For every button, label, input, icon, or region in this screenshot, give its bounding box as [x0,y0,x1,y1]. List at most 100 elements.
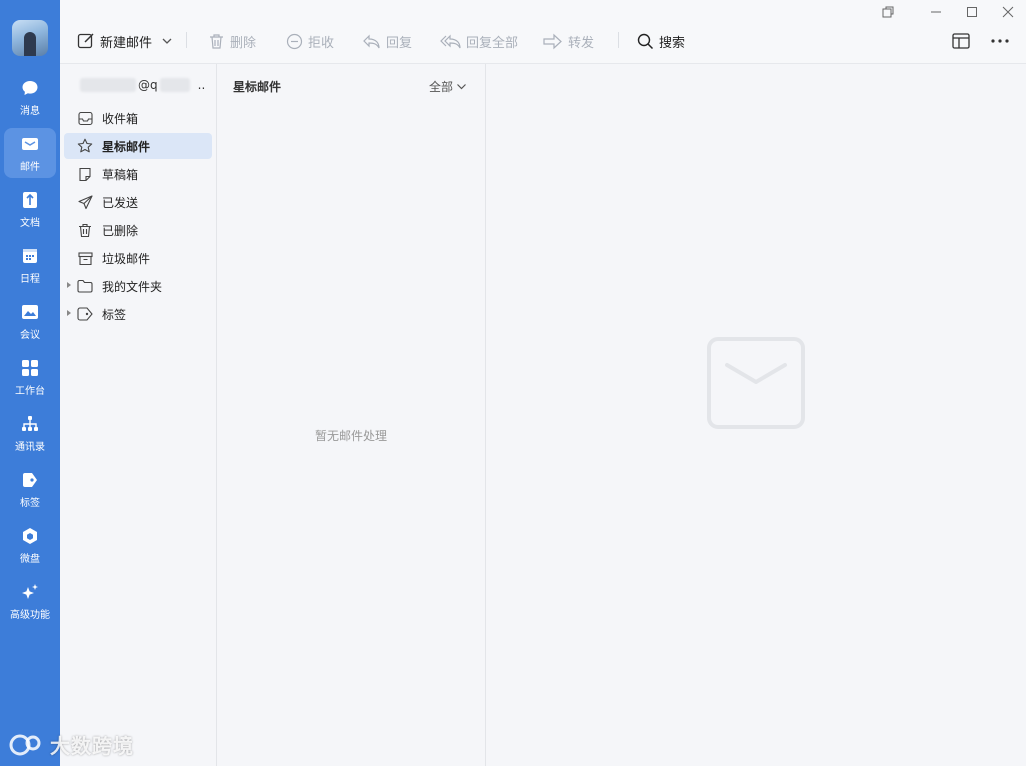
delete-button[interactable]: 删除 [208,30,256,52]
delete-label: 删除 [230,35,257,51]
nav-label: 通讯录 [15,442,45,453]
search-button[interactable]: 搜索 [637,30,685,52]
reply-button[interactable]: 回复 [362,30,412,52]
redacted-text [159,78,190,92]
block-icon [286,33,303,49]
folder-pane: @q .. 收件箱 星标邮件 草稿箱 已发送 已删除 垃圾邮件 我的文件夹 标签 [60,64,217,766]
toolbar: 新建邮件 删除 拒收 回复 回复全部 转发 搜索 [60,0,1026,64]
label-icon [77,306,93,322]
nav-item-drive[interactable]: 微盘 [4,520,56,570]
watermark: 大数跨境 [8,730,134,759]
forward-icon [543,33,562,49]
nav-label: 微盘 [20,554,40,565]
account-ellipsis: .. [197,78,206,92]
forward-button[interactable]: 转发 [543,30,594,52]
chevron-down-icon[interactable] [161,35,173,47]
pin-icon[interactable] [880,4,896,20]
chevron-down-icon [457,84,466,90]
minimize-icon[interactable] [928,4,944,20]
compose-button[interactable]: 新建邮件 [77,30,178,52]
toolbar-divider [618,32,619,48]
nav-item-meeting[interactable]: 会议 [4,296,56,346]
folder-label: 收件箱 [102,111,139,126]
folder-label: 已删除 [102,223,139,238]
empty-mail-icon [707,337,805,429]
document-icon [23,192,37,208]
inbox-icon [77,110,93,126]
search-icon [637,33,654,49]
avatar[interactable] [12,20,48,56]
compose-label: 新建邮件 [100,35,153,51]
nav-label: 会议 [20,330,40,341]
list-title: 星标邮件 [233,80,282,94]
workbench-icon [22,360,38,376]
nav-item-mail[interactable]: 邮件 [4,128,56,178]
nav-item-docs[interactable]: 文档 [4,184,56,234]
filter-label: 全部 [428,80,453,94]
trash-icon [77,222,93,238]
reply-all-icon [440,34,461,48]
watermark-logo-icon [9,734,41,755]
compose-icon [77,33,94,49]
maximize-icon[interactable] [964,4,980,20]
folder-label: 垃圾邮件 [102,251,151,266]
nav-label: 工作台 [15,386,45,397]
layout-icon[interactable] [952,32,970,50]
nav-label: 邮件 [20,162,40,173]
nav-item-calendar[interactable]: 日程 [4,240,56,290]
folder-label: 草稿箱 [102,167,139,182]
star-icon [77,138,93,154]
expand-caret-icon[interactable] [67,282,71,288]
folder-label: 星标邮件 [102,139,151,154]
reply-all-button[interactable]: 回复全部 [440,30,518,52]
reply-all-label: 回复全部 [466,35,519,51]
folder-sent[interactable]: 已发送 [64,189,212,215]
mail-icon [22,138,38,150]
mail-list-pane: 星标邮件 全部 暂无邮件处理 [217,64,486,766]
message-icon [22,81,38,95]
calendar-icon [23,249,37,263]
folder-spam[interactable]: 垃圾邮件 [64,245,212,271]
watermark-text: 大数跨境 [50,734,134,758]
folder-inbox[interactable]: 收件箱 [64,105,212,131]
nav-label: 高级功能 [10,610,50,621]
nav-item-contacts[interactable]: 通讯录 [4,408,56,458]
filter-dropdown[interactable]: 全部 [429,78,467,95]
contacts-icon [22,416,38,431]
draft-icon [77,166,93,182]
folder-my-folders[interactable]: 我的文件夹 [64,273,212,299]
account-selector[interactable]: @q .. [80,74,210,96]
toolbar-divider [186,32,187,48]
close-icon[interactable] [1000,4,1016,20]
empty-state-text: 暂无邮件处理 [314,429,387,443]
nav-item-workbench[interactable]: 工作台 [4,352,56,402]
nav-item-messages[interactable]: 消息 [4,72,56,122]
folder-deleted[interactable]: 已删除 [64,217,212,243]
folder-label: 已发送 [102,195,139,210]
drive-icon [23,528,37,544]
nav-rail: 消息 邮件 文档 日程 会议 工作台 通讯录 标签 微盘 高级功能 [0,0,60,766]
reading-pane [486,64,1026,766]
trash-icon [210,33,223,49]
folder-labels[interactable]: 标签 [64,301,212,327]
tag-icon [23,473,37,487]
nav-label: 标签 [20,498,40,509]
redacted-text [80,78,136,92]
folder-label: 我的文件夹 [102,279,163,294]
folder-starred[interactable]: 星标邮件 [64,133,212,159]
nav-item-advanced[interactable]: 高级功能 [4,576,56,626]
sparkle-icon [22,584,38,599]
reject-button[interactable]: 拒收 [286,30,334,52]
forward-label: 转发 [568,35,595,51]
spam-icon [77,250,93,266]
account-email: @q [138,78,158,92]
nav-label: 消息 [20,106,40,117]
sent-icon [77,194,93,210]
expand-caret-icon[interactable] [67,310,71,316]
folder-drafts[interactable]: 草稿箱 [64,161,212,187]
nav-item-tags[interactable]: 标签 [4,464,56,514]
more-icon[interactable] [990,32,1010,50]
folder-label: 标签 [102,307,127,322]
reply-label: 回复 [386,35,413,51]
reject-label: 拒收 [308,35,335,51]
